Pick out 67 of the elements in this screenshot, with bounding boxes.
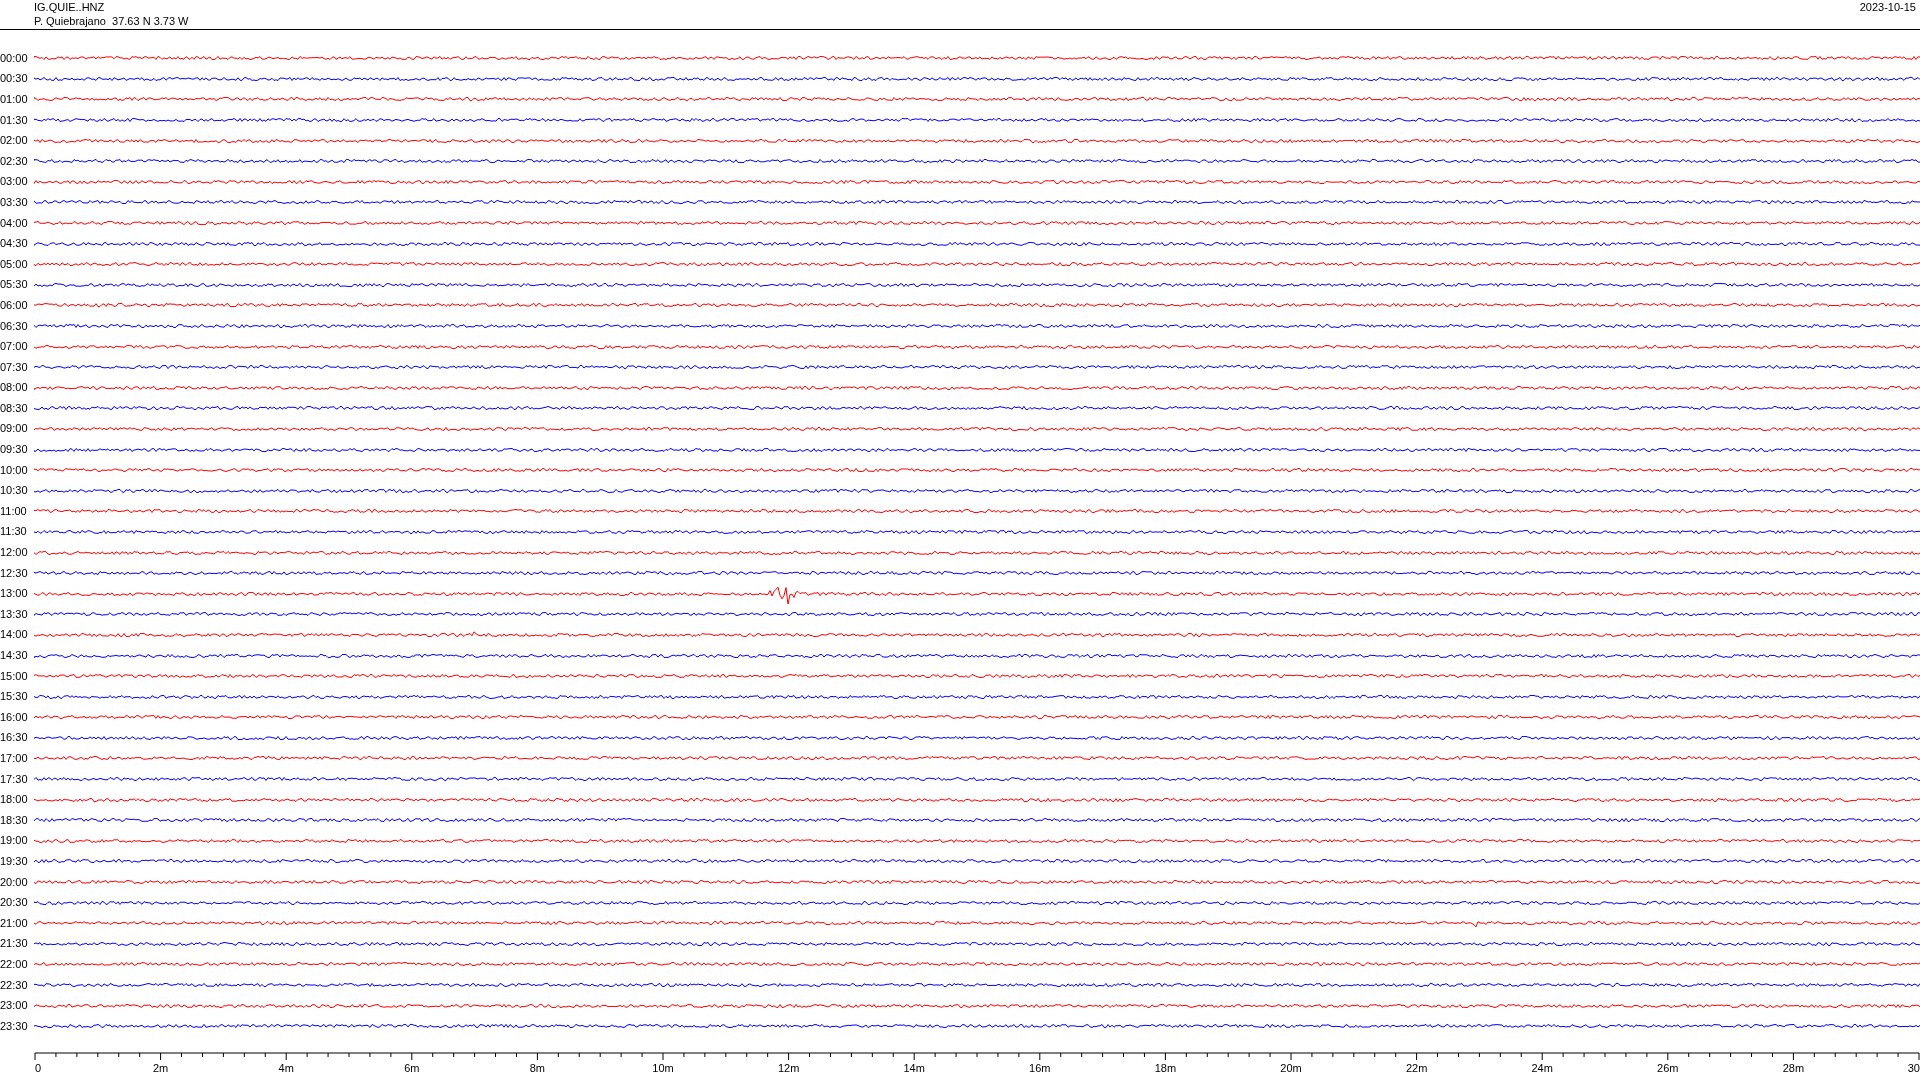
time-label: 00:30 [0,72,29,86]
time-label: 18:00 [0,793,29,807]
time-label: 01:30 [0,113,29,127]
station-location: P. Quiebrajano 37.63 N 3.73 W [34,14,189,28]
time-label: 08:00 [0,381,29,395]
time-label: 21:00 [0,916,29,930]
time-label: 13:30 [0,607,29,621]
time-label: 19:00 [0,834,29,848]
time-label: 03:30 [0,195,29,209]
time-label: 18:30 [0,813,29,827]
time-label: 22:30 [0,978,29,992]
tick-label: 0 [35,1061,42,1074]
time-label: 09:00 [0,422,29,436]
time-label: 12:00 [0,546,29,560]
time-label: 23:30 [0,1019,29,1033]
time-label: 19:30 [0,854,29,868]
time-label: 06:30 [0,319,29,333]
tick-label: 28m [1782,1061,1805,1074]
station-code: IG.QUIE..HNZ [34,0,106,14]
time-label: 20:30 [0,896,29,910]
tick-label: 8m [529,1061,546,1074]
tick-label: 30 [1907,1061,1920,1074]
time-label: 13:00 [0,587,29,601]
time-label: 06:00 [0,298,29,312]
tick-label: 20m [1280,1061,1302,1074]
time-label: 17:00 [0,752,29,765]
time-label: 16:30 [0,731,29,745]
tick-label: 2m [152,1061,169,1074]
time-label: 05:00 [0,257,29,271]
time-label: 14:30 [0,649,29,662]
tick-label: 14m [903,1061,925,1074]
time-label: 07:30 [0,360,29,374]
tick-label: 6m [404,1061,420,1074]
time-label: 00:00 [0,51,29,65]
time-label: 17:30 [0,772,29,786]
time-label: 10:30 [0,484,29,498]
date-label: 2023-10-15 [1859,0,1916,14]
tick-label: 10m [652,1061,674,1074]
time-label: 22:00 [0,957,29,971]
time-label: 16:00 [0,710,29,724]
time-label: 11:00 [0,504,28,518]
time-label: 20:00 [0,875,29,889]
tick-label: 4m [278,1061,294,1074]
time-label: 10:00 [0,463,29,477]
time-label: 09:30 [0,443,29,457]
time-label: 15:30 [0,690,29,704]
time-label: 08:30 [0,401,29,415]
tick-label: 16m [1029,1061,1051,1074]
time-label: 12:30 [0,566,29,580]
tick-label: 18m [1154,1061,1177,1074]
time-label: 23:00 [0,999,29,1013]
time-label: 14:00 [0,628,29,642]
tick-label: 12m [777,1061,800,1074]
time-label: 21:30 [0,937,29,951]
time-label: 03:00 [0,175,29,189]
time-label: 04:00 [0,216,29,230]
time-label: 01:00 [0,93,29,106]
time-label: 02:00 [0,134,29,148]
time-label: 05:30 [0,278,29,292]
tick-label: 24m [1531,1061,1553,1074]
tick-label: 22m [1405,1061,1428,1074]
tick-label: 26m [1657,1061,1679,1074]
time-label: 11:30 [0,525,28,539]
time-label: 02:30 [0,154,29,168]
time-label: 07:00 [0,340,29,354]
time-label: 15:00 [0,669,29,683]
time-label: 04:30 [0,237,29,251]
